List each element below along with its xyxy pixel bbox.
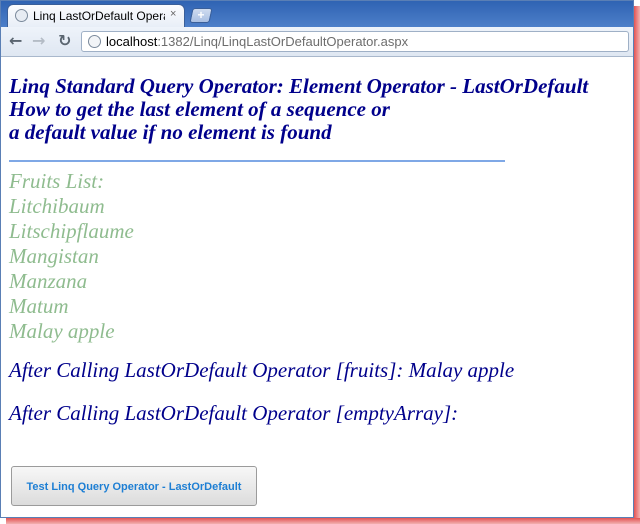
- forward-arrow-icon[interactable]: →: [32, 33, 45, 49]
- fruit-item: Litschipflaume: [9, 219, 134, 243]
- fruit-item: Litchibaum: [9, 194, 105, 218]
- heading-line: How to get the last element of a sequenc…: [9, 97, 390, 121]
- url-text[interactable]: localhost:1382/Linq/LinqLastOrDefaultOpe…: [106, 34, 408, 49]
- page-icon: [88, 35, 101, 48]
- divider: [9, 160, 505, 162]
- window-shadow-bottom: [6, 518, 640, 524]
- fruit-item: Manzana: [9, 269, 88, 293]
- browser-tab[interactable]: Linq LastOrDefault Operato ×: [7, 4, 185, 27]
- fruits-list: Fruits List: Litchibaum Litschipflaume M…: [9, 169, 629, 344]
- back-arrow-icon[interactable]: ←: [9, 33, 22, 49]
- url-path: :1382/Linq/LinqLastOrDefaultOperator.asp…: [157, 34, 409, 49]
- heading-line: a default value if no element is found: [9, 120, 332, 144]
- fruit-item: Matum: [9, 294, 69, 318]
- new-tab-button[interactable]: +: [189, 8, 213, 23]
- reload-icon[interactable]: ↻: [58, 33, 71, 49]
- browser-window: Linq LastOrDefault Operato × + ← → ↻ loc…: [0, 0, 634, 518]
- result-fruits: After Calling LastOrDefault Operator [fr…: [9, 358, 515, 382]
- tab-strip: Linq LastOrDefault Operato × +: [1, 1, 633, 27]
- tab-title: Linq LastOrDefault Operato: [33, 9, 165, 23]
- address-bar[interactable]: localhost:1382/Linq/LinqLastOrDefaultOpe…: [81, 31, 629, 52]
- heading-line: Linq Standard Query Operator: Element Op…: [9, 74, 589, 98]
- fruit-item: Mangistan: [9, 244, 99, 268]
- test-operator-button[interactable]: Test Linq Query Operator - LastOrDefault: [11, 466, 257, 506]
- plus-icon: +: [197, 8, 205, 22]
- close-icon[interactable]: ×: [170, 8, 176, 20]
- page-icon: [15, 9, 28, 22]
- result-empty-array: After Calling LastOrDefault Operator [em…: [9, 401, 459, 425]
- page-heading: Linq Standard Query Operator: Element Op…: [9, 75, 629, 144]
- url-host: localhost: [106, 34, 158, 49]
- fruits-label: Fruits List:: [9, 169, 105, 193]
- fruit-item: Malay apple: [9, 319, 115, 343]
- page-content: Linq Standard Query Operator: Element Op…: [9, 61, 629, 425]
- browser-toolbar: ← → ↻ localhost:1382/Linq/LinqLastOrDefa…: [1, 27, 633, 57]
- window-shadow-right: [634, 6, 640, 524]
